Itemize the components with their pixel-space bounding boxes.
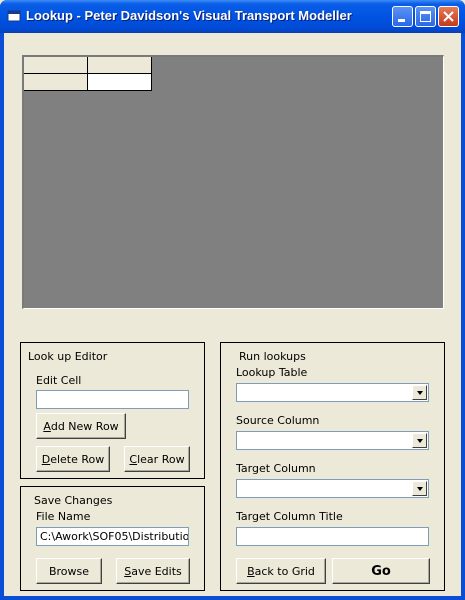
save-changes-frame: Save Changes File Name C:\Awork\SOF05\Di… xyxy=(20,486,205,591)
clear-row-accel: C xyxy=(129,452,138,466)
lookup-table-label: Lookup Table xyxy=(236,366,308,379)
source-column-label: Source Column xyxy=(236,414,320,427)
lookup-editor-title: Look up Editor xyxy=(28,350,108,363)
target-column-title-label: Target Column Title xyxy=(236,510,343,523)
target-column-label: Target Column xyxy=(236,462,316,475)
minimize-icon xyxy=(398,19,405,22)
save-edits-button[interactable]: Save Edits xyxy=(116,558,190,584)
back-to-grid-label: ack to Grid xyxy=(254,564,315,578)
target-column-title-input[interactable] xyxy=(236,527,429,546)
lookup-table-select[interactable] xyxy=(236,383,429,402)
grid-row-header[interactable] xyxy=(24,74,88,91)
grid-data-cell[interactable] xyxy=(88,74,152,91)
client-area: Look up Editor Edit Cell Add New Row Del… xyxy=(4,33,461,596)
run-lookups-frame: Run lookups Lookup Table Source Column T… xyxy=(220,342,445,591)
delete-row-button[interactable]: Delete Row xyxy=(36,446,110,472)
maximize-button[interactable] xyxy=(415,6,436,27)
edit-cell-label: Edit Cell xyxy=(36,374,82,387)
go-button[interactable]: Go xyxy=(332,558,430,584)
file-name-label: File Name xyxy=(36,510,91,523)
lookup-grid[interactable] xyxy=(22,55,444,309)
clear-row-label: lear Row xyxy=(137,452,185,466)
source-column-dropdown-icon[interactable] xyxy=(412,433,427,448)
lookup-window: Lookup - Peter Davidson's Visual Transpo… xyxy=(0,0,465,600)
delete-row-label: elete Row xyxy=(50,452,105,466)
grid-column-header[interactable] xyxy=(88,57,152,74)
close-icon xyxy=(443,11,454,22)
title-bar[interactable]: Lookup - Peter Davidson's Visual Transpo… xyxy=(0,0,465,33)
edit-cell-input[interactable] xyxy=(36,390,189,409)
save-changes-title: Save Changes xyxy=(34,494,113,507)
maximize-icon xyxy=(420,11,431,22)
lookup-editor-frame: Look up Editor Edit Cell Add New Row Del… xyxy=(20,342,205,479)
target-column-dropdown-icon[interactable] xyxy=(412,481,427,496)
run-lookups-title: Run lookups xyxy=(239,350,306,363)
app-window-icon xyxy=(7,10,21,22)
target-column-select[interactable] xyxy=(236,479,429,498)
back-to-grid-accel: B xyxy=(247,564,255,578)
browse-button[interactable]: Browse xyxy=(36,558,102,584)
minimize-button[interactable] xyxy=(392,6,413,27)
window-title: Lookup - Peter Davidson's Visual Transpo… xyxy=(26,8,352,23)
add-row-label: dd New Row xyxy=(50,419,119,433)
save-edits-accel: S xyxy=(124,564,132,578)
lookup-table-dropdown-icon[interactable] xyxy=(412,385,427,400)
file-name-input[interactable]: C:\Awork\SOF05\Distribution\ xyxy=(36,527,189,546)
close-button[interactable] xyxy=(438,6,459,27)
delete-row-accel: D xyxy=(41,452,51,466)
add-row-accel: A xyxy=(43,419,51,433)
back-to-grid-button[interactable]: Back to Grid xyxy=(236,558,326,584)
save-edits-label: ave Edits xyxy=(131,564,182,578)
source-column-select[interactable] xyxy=(236,431,429,450)
clear-row-button[interactable]: Clear Row xyxy=(124,446,190,472)
add-new-row-button[interactable]: Add New Row xyxy=(36,413,126,439)
grid-corner-cell[interactable] xyxy=(24,57,88,74)
